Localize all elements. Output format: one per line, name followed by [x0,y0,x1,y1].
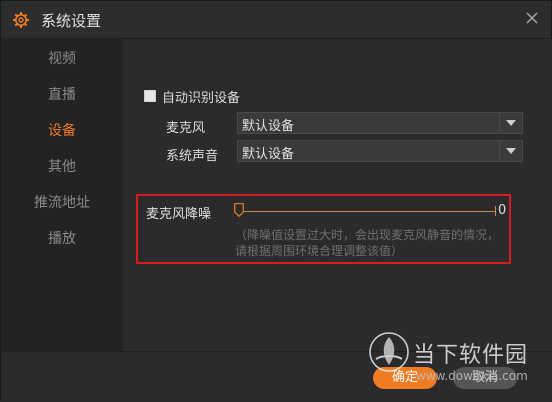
nav-item-playback[interactable]: 播放 [1,221,123,257]
caret-down-icon[interactable] [499,141,522,161]
slider-thumb[interactable] [234,203,244,218]
slider-end-tick [495,206,496,216]
slider-track [234,211,496,212]
noise-reduction-slider[interactable] [234,202,496,222]
cancel-button[interactable]: 取消 [453,367,517,389]
mic-select-value: 默认设备 [242,119,295,134]
window-title: 系统设置 [41,12,102,30]
title-bar: 系统设置 [1,1,551,39]
settings-window: 系统设置 视频 直播 设备 其他 推流地址 播放 自动识别设备 麦克风 默认设备… [0,0,552,402]
gear-icon [12,11,30,29]
system-sound-label: 系统声音 [166,149,219,164]
mic-label: 麦克风 [166,121,206,136]
mic-select[interactable]: 默认设备 [237,112,523,134]
noise-reduction-hint: （降噪值设置过大时，会出现麦克风静音的情况， 请根据周围环境合理调整该值） [235,227,505,259]
hint-line-1: （降噪值设置过大时，会出现麦克风静音的情况， [235,228,500,242]
noise-reduction-value: 0 [498,203,507,218]
nav-item-devices[interactable]: 设备 [1,113,123,149]
ok-button[interactable]: 确定 [373,367,437,389]
auto-detect-label: 自动识别设备 [162,91,241,106]
system-sound-select-value: 默认设备 [242,147,295,162]
caret-down-icon[interactable] [499,113,522,133]
noise-reduction-label: 麦克风降噪 [146,207,212,222]
sidebar: 视频 直播 设备 其他 推流地址 播放 [1,39,123,351]
nav-item-video[interactable]: 视频 [1,41,123,77]
nav-item-live[interactable]: 直播 [1,77,123,113]
nav-item-stream-url[interactable]: 推流地址 [1,185,123,221]
hint-line-2: 请根据周围环境合理调整该值） [235,244,404,258]
close-icon[interactable] [523,9,541,27]
system-sound-select[interactable]: 默认设备 [237,140,523,162]
nav-item-other[interactable]: 其他 [1,149,123,185]
auto-detect-checkbox[interactable] [144,90,156,102]
